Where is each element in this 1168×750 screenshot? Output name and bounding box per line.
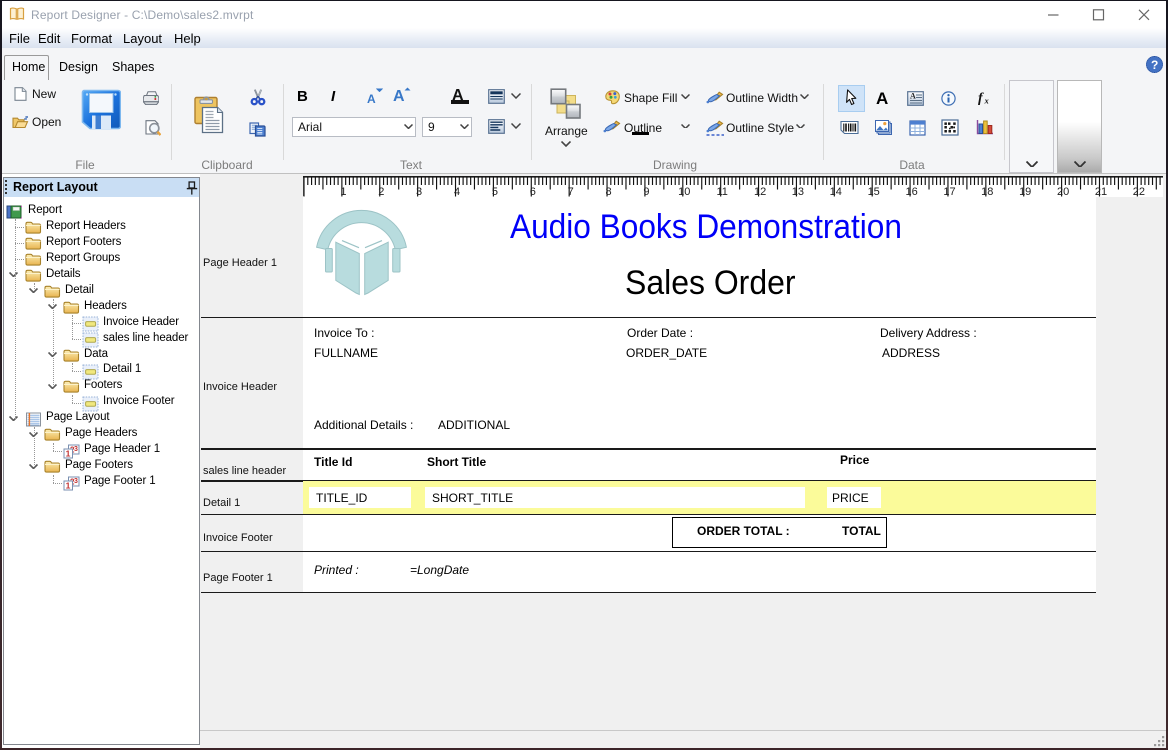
svg-text:12: 12: [754, 186, 766, 197]
svg-text:f: f: [978, 91, 984, 105]
svg-text:22: 22: [1133, 186, 1145, 197]
svg-text:3: 3: [74, 446, 78, 453]
svg-text:1: 1: [66, 480, 71, 490]
svg-text:8: 8: [605, 186, 611, 197]
svg-text:10: 10: [678, 186, 690, 197]
svg-text:11: 11: [716, 186, 727, 197]
svg-text:21: 21: [1095, 186, 1107, 197]
svg-text:2: 2: [378, 186, 384, 197]
svg-text:5: 5: [492, 186, 498, 197]
svg-text:6: 6: [530, 186, 536, 197]
svg-text:13: 13: [792, 186, 804, 197]
svg-text:7: 7: [568, 186, 574, 197]
svg-text:x: x: [984, 96, 990, 106]
svg-text:1: 1: [340, 186, 346, 197]
svg-text:18: 18: [981, 186, 993, 197]
svg-text:3: 3: [74, 478, 78, 485]
svg-text:15: 15: [868, 186, 880, 197]
svg-text:14: 14: [830, 186, 842, 197]
svg-text:9: 9: [643, 186, 649, 197]
svg-text:3: 3: [416, 186, 422, 197]
svg-text:4: 4: [454, 186, 460, 197]
svg-text:16: 16: [905, 186, 917, 197]
svg-text:19: 19: [1019, 186, 1031, 197]
svg-text:20: 20: [1057, 186, 1069, 197]
svg-text:A: A: [910, 92, 916, 101]
svg-text:1: 1: [66, 448, 71, 458]
svg-text:17: 17: [943, 186, 955, 197]
